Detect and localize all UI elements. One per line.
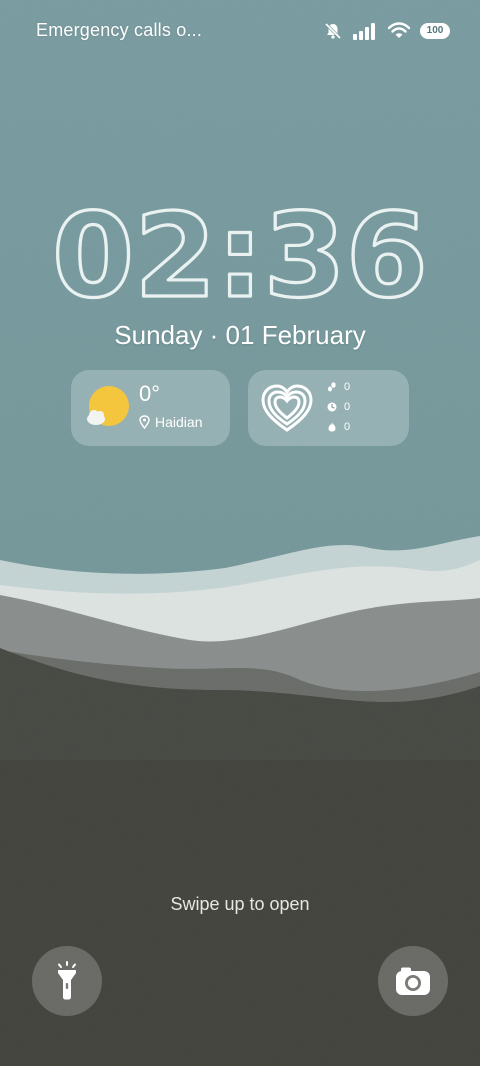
camera-icon (396, 967, 430, 995)
mute-bell-icon (324, 22, 342, 40)
lock-clock-time: 02:36 (52, 189, 428, 318)
clock-icon (327, 402, 337, 412)
heart-rings-icon (261, 384, 313, 432)
calories-stat: 0 (327, 421, 350, 433)
lock-date: Sunday · 01 February (114, 320, 366, 350)
location-pin-icon (139, 415, 150, 429)
activity-widget[interactable]: 0 0 0 (248, 370, 409, 446)
calories-value: 0 (344, 421, 351, 433)
swipe-hint: Swipe up to open (170, 894, 310, 914)
weather-location-name: Haidian (155, 414, 203, 430)
duration-stat: 0 (327, 401, 350, 413)
cellular-signal-icon (352, 22, 378, 40)
flashlight-button[interactable] (32, 946, 102, 1016)
wifi-icon (388, 22, 410, 40)
steps-stat: 0 (327, 381, 350, 393)
status-icons: 100 (324, 20, 450, 42)
duration-value: 0 (344, 401, 351, 413)
carrier-status-text: Emergency calls o... (36, 20, 203, 40)
flashlight-icon (58, 961, 76, 1000)
weather-location: Haidian (139, 414, 202, 430)
flame-icon (328, 422, 336, 432)
status-bar: Emergency calls o... 100 (0, 0, 480, 62)
camera-button[interactable] (378, 946, 448, 1016)
battery-icon: 100 (420, 23, 450, 39)
weather-temperature: 0° (139, 381, 161, 406)
partly-cloudy-icon (87, 386, 129, 426)
battery-level: 100 (426, 25, 444, 36)
footsteps-icon (328, 382, 336, 392)
steps-value: 0 (344, 381, 351, 393)
weather-widget[interactable]: 0° Haidian (71, 370, 230, 446)
lock-clock: 02:36 (50, 188, 429, 318)
